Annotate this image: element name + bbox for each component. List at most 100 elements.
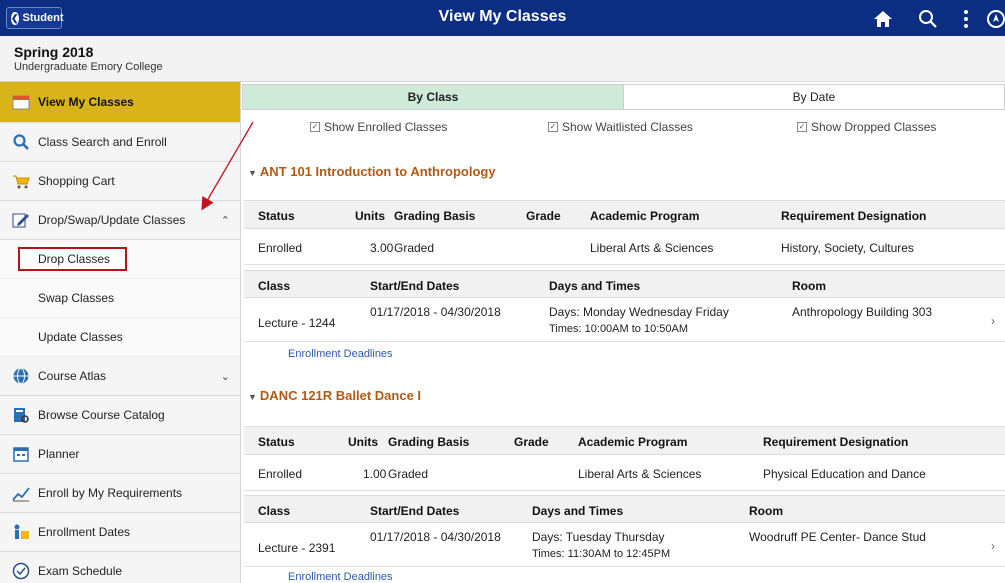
- checkbox-checked-icon[interactable]: ✓: [797, 122, 807, 132]
- sidebar-item-label: Exam Schedule: [38, 564, 123, 578]
- dates-value: 01/17/2018 - 04/30/2018: [370, 305, 501, 319]
- checkbox-checked-icon[interactable]: ✓: [310, 122, 320, 132]
- filter-label: Show Enrolled Classes: [324, 120, 448, 134]
- filter-enrolled[interactable]: ✓ Show Enrolled Classes: [310, 120, 447, 134]
- col-academic-program: Academic Program: [578, 435, 688, 449]
- section-table-header: Class Start/End Dates Days and Times Roo…: [244, 270, 1005, 298]
- section-table-header: Class Start/End Dates Days and Times Roo…: [244, 495, 1005, 523]
- sidebar-item-course-atlas[interactable]: Course Atlas ⌄: [0, 357, 240, 396]
- filter-waitlisted[interactable]: ✓ Show Waitlisted Classes: [548, 120, 693, 134]
- sidebar-item-enroll-by-requirements[interactable]: Enroll by My Requirements: [0, 474, 240, 513]
- col-room: Room: [749, 504, 783, 518]
- sidebar-item-label: View My Classes: [38, 95, 134, 109]
- sidebar-item-browse-catalog[interactable]: Browse Course Catalog: [0, 396, 240, 435]
- sidebar-item-view-my-classes[interactable]: View My Classes: [0, 82, 240, 123]
- term-career: Undergraduate Emory College: [14, 61, 163, 73]
- chevron-right-icon[interactable]: ›: [991, 539, 995, 553]
- class-value: Lecture - 1244: [258, 316, 336, 330]
- program-value: Liberal Arts & Sciences: [590, 241, 714, 255]
- filter-bar: ✓ Show Enrolled Classes ✓ Show Waitliste…: [242, 120, 1005, 140]
- filter-label: Show Dropped Classes: [811, 120, 937, 134]
- chevron-right-icon[interactable]: ›: [991, 314, 995, 328]
- chart-icon: [12, 484, 30, 502]
- search-icon[interactable]: [917, 8, 939, 30]
- col-status: Status: [258, 209, 295, 223]
- clock-icon: [12, 562, 30, 580]
- enrollment-deadlines-link[interactable]: Enrollment Deadlines: [288, 348, 393, 360]
- col-units: Units: [348, 435, 378, 449]
- sidebar-item-enrollment-dates[interactable]: Enrollment Dates: [0, 513, 240, 552]
- sidebar-item-label: Planner: [38, 447, 80, 461]
- status-value: Enrolled: [258, 241, 303, 255]
- enrollment-deadlines-link[interactable]: Enrollment Deadlines: [288, 571, 393, 583]
- course-title-text: ANT 101 Introduction to Anthropology: [259, 164, 496, 179]
- course-title-text: DANC 121R Ballet Dance I: [259, 388, 422, 403]
- times-value: Times: 10:00AM to 10:50AM: [549, 323, 688, 335]
- col-academic-program: Academic Program: [590, 209, 700, 223]
- sidebar-item-planner[interactable]: Planner: [0, 435, 240, 474]
- triangle-down-icon: ▼: [248, 168, 257, 178]
- sidebar-item-exam-schedule[interactable]: Exam Schedule: [0, 552, 240, 583]
- globe-icon: [12, 367, 30, 385]
- dates-icon: [12, 523, 30, 541]
- program-value: Liberal Arts & Sciences: [578, 467, 702, 481]
- col-start-end-dates: Start/End Dates: [370, 504, 460, 518]
- sidebar-subitem-label: Update Classes: [38, 330, 123, 344]
- col-requirement: Requirement Designation: [781, 209, 927, 223]
- units-value: 1.00: [363, 467, 387, 481]
- grading-value: Graded: [394, 241, 435, 255]
- enrollment-row: Enrolled 1.00 Graded Liberal Arts & Scie…: [244, 455, 1005, 491]
- course-title-toggle[interactable]: ▼ DANC 121R Ballet Dance I: [248, 388, 421, 403]
- chevron-up-icon[interactable]: ⌃: [221, 214, 230, 227]
- sidebar-subitem-swap-classes[interactable]: Swap Classes: [0, 279, 240, 318]
- sidebar-item-label: Shopping Cart: [38, 174, 115, 188]
- sidebar-item-class-search[interactable]: Class Search and Enroll: [0, 123, 240, 162]
- section-row[interactable]: Lecture - 2391 01/17/2018 - 04/30/2018 D…: [244, 523, 1005, 567]
- col-units: Units: [355, 209, 385, 223]
- cart-icon: [12, 172, 30, 190]
- col-grading-basis: Grading Basis: [394, 209, 476, 223]
- term-name: Spring 2018: [14, 44, 94, 60]
- col-room: Room: [792, 279, 826, 293]
- col-status: Status: [258, 435, 295, 449]
- col-grade: Grade: [526, 209, 561, 223]
- navbar-icon[interactable]: [985, 8, 1005, 30]
- col-requirement: Requirement Designation: [763, 435, 909, 449]
- chevron-down-icon[interactable]: ⌄: [221, 370, 230, 383]
- col-grading-basis: Grading Basis: [388, 435, 470, 449]
- sidebar-subitem-drop-classes[interactable]: Drop Classes: [0, 240, 240, 279]
- home-icon[interactable]: [872, 8, 894, 30]
- col-days-times: Days and Times: [549, 279, 641, 293]
- checkbox-checked-icon[interactable]: ✓: [548, 122, 558, 132]
- filter-label: Show Waitlisted Classes: [562, 120, 693, 134]
- col-grade: Grade: [514, 435, 549, 449]
- sidebar-item-label: Enroll by My Requirements: [38, 486, 183, 500]
- course-title-toggle[interactable]: ▼ ANT 101 Introduction to Anthropology: [248, 164, 496, 179]
- sidebar-item-label: Class Search and Enroll: [38, 135, 167, 149]
- col-class: Class: [258, 279, 291, 293]
- sidebar-item-drop-swap-update[interactable]: Drop/Swap/Update Classes ⌃: [0, 201, 240, 240]
- enrollment-row: Enrolled 3.00 Graded Liberal Arts & Scie…: [244, 229, 1005, 265]
- filter-dropped[interactable]: ✓ Show Dropped Classes: [797, 120, 936, 134]
- room-value: Anthropology Building 303: [792, 305, 933, 319]
- calendar-icon: [12, 93, 30, 111]
- term-header: Spring 2018 Undergraduate Emory College: [0, 36, 1005, 82]
- catalog-icon: [12, 406, 30, 424]
- room-value: Woodruff PE Center- Dance Stud: [749, 530, 926, 544]
- class-value: Lecture - 2391: [258, 541, 336, 555]
- main-content: By Class By Date ✓ Show Enrolled Classes…: [242, 82, 1005, 583]
- tab-by-date[interactable]: By Date: [624, 85, 1004, 109]
- top-banner: ❮ Student View My Classes: [0, 0, 1005, 36]
- sidebar-subitem-label: Swap Classes: [38, 291, 115, 305]
- search-icon: [12, 133, 30, 151]
- requirement-value: History, Society, Cultures: [781, 241, 914, 255]
- col-days-times: Days and Times: [532, 504, 624, 518]
- sidebar-item-shopping-cart[interactable]: Shopping Cart: [0, 162, 240, 201]
- more-menu-icon[interactable]: [955, 8, 977, 30]
- days-value: Days: Tuesday Thursday: [532, 530, 665, 544]
- tab-by-class[interactable]: By Class: [243, 85, 624, 109]
- view-tabs: By Class By Date: [242, 84, 1005, 110]
- section-row[interactable]: Lecture - 1244 01/17/2018 - 04/30/2018 D…: [244, 298, 1005, 342]
- sidebar-subitem-update-classes[interactable]: Update Classes: [0, 318, 240, 357]
- triangle-down-icon: ▼: [248, 392, 257, 402]
